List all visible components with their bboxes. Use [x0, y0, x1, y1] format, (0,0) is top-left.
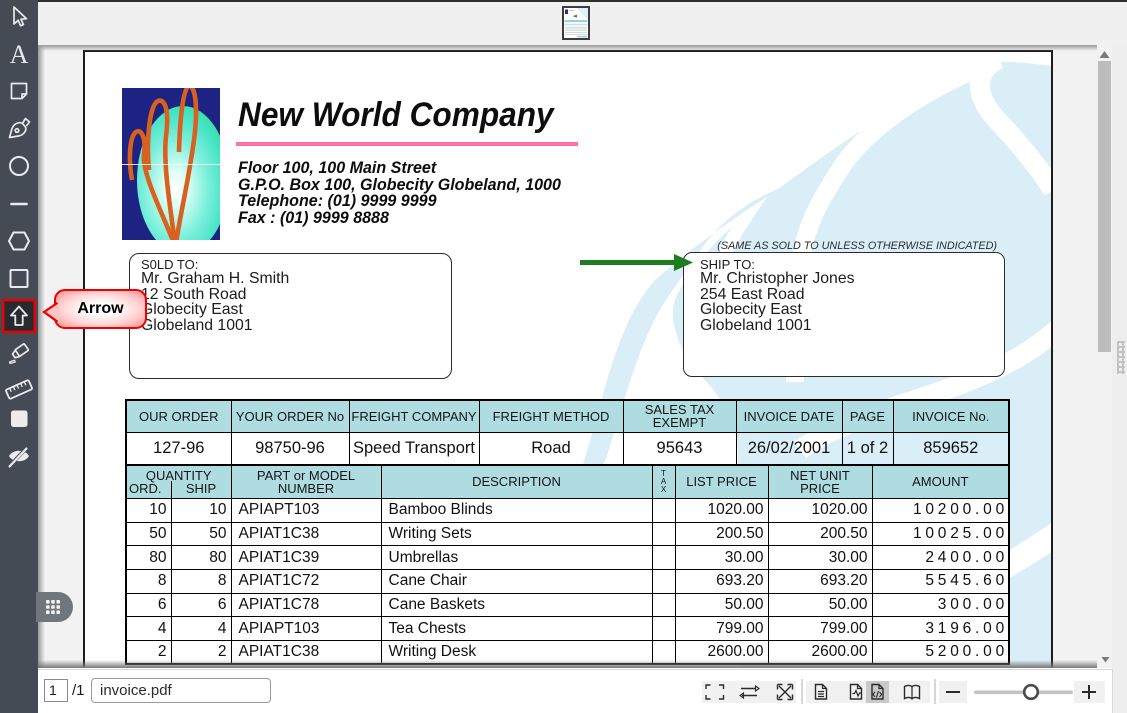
- svg-text:A: A: [10, 40, 29, 69]
